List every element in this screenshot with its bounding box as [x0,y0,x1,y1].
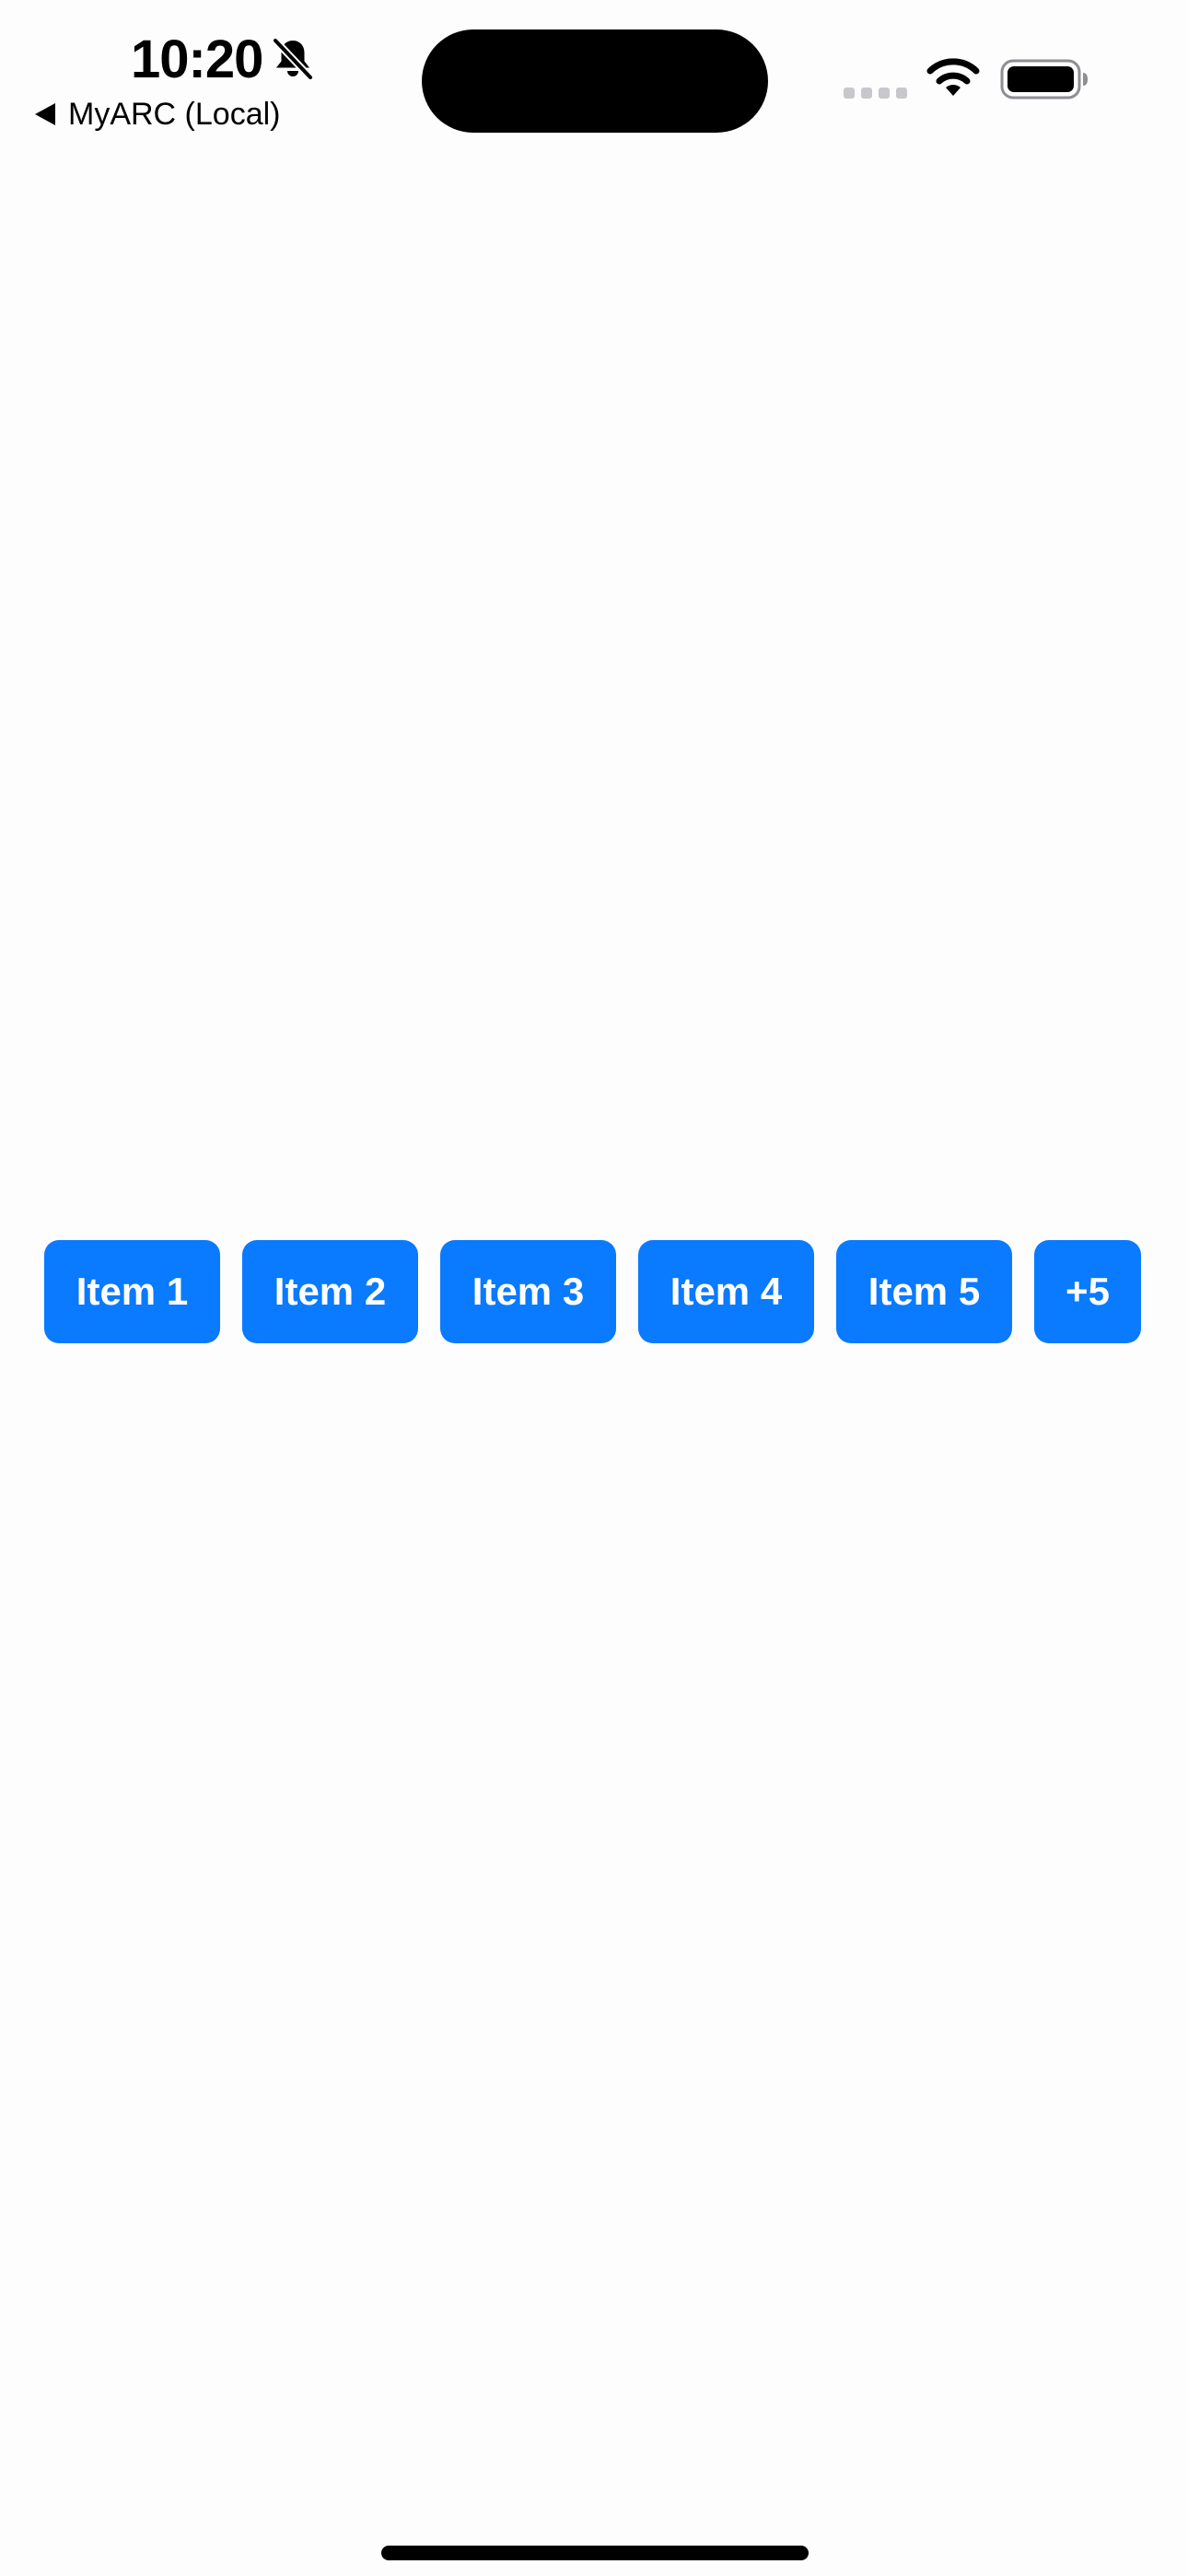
screen: 10:20 MyARC (Local) Item 1 Item 2 Item 3… [0,0,1188,2576]
wifi-icon [926,58,980,96]
back-to-app-link[interactable]: MyARC (Local) [35,94,280,135]
signal-icon [844,88,907,99]
item-chip-2[interactable]: Item 2 [242,1240,418,1343]
bell-slash-icon [272,37,314,81]
item-chip-4[interactable]: Item 4 [638,1240,814,1343]
home-indicator[interactable] [381,2546,809,2560]
item-chip-1[interactable]: Item 1 [44,1240,220,1343]
battery-icon [1000,59,1088,100]
back-link-label: MyARC (Local) [68,96,281,132]
status-time: 10:20 [131,29,263,89]
back-arrow-icon [35,103,55,125]
chip-row: Item 1 Item 2 Item 3 Item 4 Item 5 +5 [44,1240,1141,1343]
overflow-chip[interactable]: +5 [1034,1240,1141,1343]
item-chip-3[interactable]: Item 3 [440,1240,616,1343]
item-chip-5[interactable]: Item 5 [836,1240,1012,1343]
dynamic-island [422,29,768,133]
